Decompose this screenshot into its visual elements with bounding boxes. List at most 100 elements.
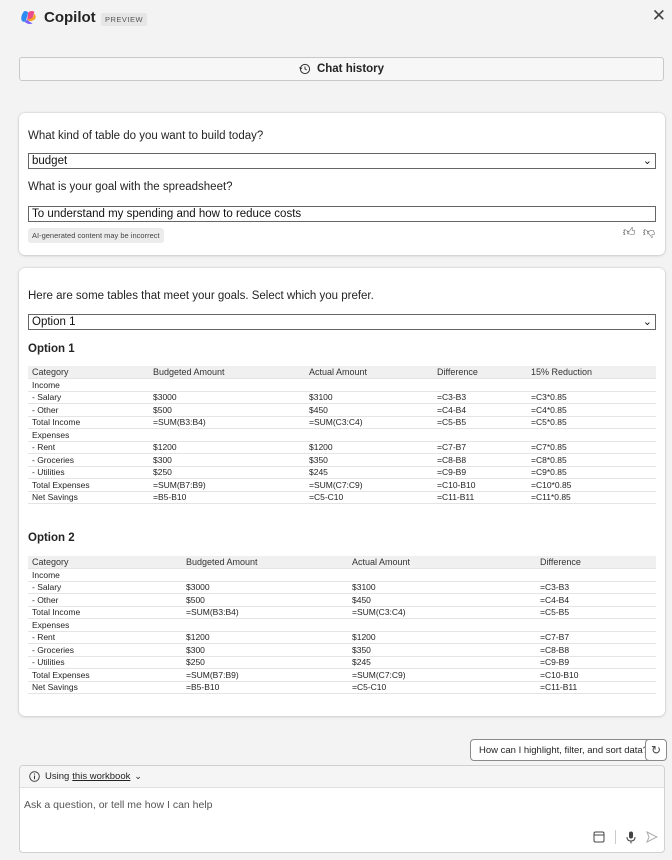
table-row: - Salary $3000 $3100 =C3-B3 =C3*0.85 xyxy=(28,391,656,404)
table-row: Expenses xyxy=(28,618,656,632)
table-cell: =B5-B10 xyxy=(182,681,348,694)
table-cell: =C3*0.85 xyxy=(527,391,656,404)
table-cell xyxy=(305,428,433,442)
table-header-row: Category Budgeted Amount Actual Amount D… xyxy=(28,556,656,569)
table-cell: =C7-B7 xyxy=(536,631,656,644)
table-type-select[interactable]: budget ⌄ xyxy=(28,153,656,169)
thumbs-up-icon[interactable]: 👍︎ xyxy=(623,225,636,239)
table-cell: - Rent xyxy=(28,441,149,454)
option1-title: Option 1 xyxy=(28,343,75,355)
table-cell: - Other xyxy=(28,403,149,417)
microphone-icon[interactable] xyxy=(626,831,636,844)
table-cell xyxy=(182,618,348,632)
header: Copilot PREVIEW ✕ xyxy=(0,0,672,38)
table-cell xyxy=(348,568,536,582)
table-cell: - Groceries xyxy=(28,453,149,467)
suggestion-button[interactable]: How can I highlight, filter, and sort da… xyxy=(470,739,657,761)
context-prefix: Using xyxy=(45,771,70,782)
send-icon[interactable] xyxy=(646,831,658,843)
table-cell: =C8-B8 xyxy=(433,453,527,467)
table-cell xyxy=(536,568,656,582)
table-cell: =C7-B7 xyxy=(433,441,527,454)
table-cell xyxy=(149,378,305,392)
table-row: Income xyxy=(28,378,656,392)
table-cell: =C10-B10 xyxy=(536,668,656,682)
table-cell: $350 xyxy=(305,453,433,467)
table-row: Total Income =SUM(B3:B4) =SUM(C3:C4) =C5-B5… xyxy=(28,416,656,429)
table-row: - Utilities $250 $245 =C9-B9 =C9*0.85 xyxy=(28,466,656,479)
table-cell: =SUM(B7:B9) xyxy=(149,478,305,492)
table-cell xyxy=(433,378,527,392)
table-row: Total Expenses =SUM(B7:B9) =SUM(C7:C9) =C10… xyxy=(28,668,656,682)
header-cell: Category xyxy=(28,366,149,379)
table-cell xyxy=(348,618,536,632)
workbook-link[interactable]: this workbook xyxy=(72,771,130,782)
composer[interactable]: Using this workbook ⌄ Ask a question, or… xyxy=(19,765,665,853)
table-cell: $450 xyxy=(348,593,536,607)
table-cell: =C8*0.85 xyxy=(527,453,656,467)
table-cell: $1200 xyxy=(182,631,348,644)
table-cell: =C5-B5 xyxy=(433,416,527,429)
table-cell: - Salary xyxy=(28,581,182,594)
table-cell: Expenses xyxy=(28,618,182,632)
table-cell: =C8-B8 xyxy=(536,643,656,657)
table-row: Total Income =SUM(B3:B4) =SUM(C3:C4) =C5-B5 xyxy=(28,606,656,619)
table-cell: $3100 xyxy=(305,391,433,404)
table-cell: Income xyxy=(28,568,182,582)
table-cell: =C9*0.85 xyxy=(527,466,656,479)
table-cell: - Groceries xyxy=(28,643,182,657)
table-cell: =SUM(C7:C9) xyxy=(348,668,536,682)
table-row: - Salary $3000 $3100 =C3-B3 xyxy=(28,581,656,594)
close-icon[interactable]: ✕ xyxy=(652,6,666,26)
table-row: - Other $500 $450 =C4-B4 =C4*0.85 xyxy=(28,403,656,417)
table-cell: =C5*0.85 xyxy=(527,416,656,429)
table-cell: $250 xyxy=(182,656,348,669)
suggestion-label: How can I highlight, filter, and sort da… xyxy=(479,744,648,756)
header-cell: Category xyxy=(28,556,182,569)
table-cell: - Other xyxy=(28,593,182,607)
history-icon xyxy=(299,63,311,75)
table-cell: $450 xyxy=(305,403,433,417)
table-cell: $1200 xyxy=(149,441,305,454)
chat-history-button[interactable]: Chat history xyxy=(19,57,664,81)
table-cell: Total Income xyxy=(28,416,149,429)
goal-input[interactable]: To understand my spending and how to red… xyxy=(28,206,656,222)
refresh-suggestions-button[interactable]: ↻ xyxy=(645,739,667,761)
table-options-card: Here are some tables that meet your goal… xyxy=(19,268,665,716)
chevron-down-icon[interactable]: ⌄ xyxy=(134,771,142,782)
header-cell: Difference xyxy=(433,366,527,379)
table-cell: $500 xyxy=(182,593,348,607)
table-row: Total Expenses =SUM(B7:B9) =SUM(C7:C9) =C10… xyxy=(28,478,656,492)
table-cell: =C4*0.85 xyxy=(527,403,656,417)
table-cell xyxy=(527,428,656,442)
table-cell: $500 xyxy=(149,403,305,417)
table-cell: =C3-B3 xyxy=(536,581,656,594)
thumbs-down-icon[interactable]: 👎︎ xyxy=(643,225,655,239)
table-cell: $350 xyxy=(348,643,536,657)
refresh-icon: ↻ xyxy=(650,743,662,757)
table-cell: - Utilities xyxy=(28,466,149,479)
table-row: Net Savings =B5-B10 =C5-C10 =C11-B11 xyxy=(28,681,656,694)
chevron-down-icon: ⌄ xyxy=(642,316,652,328)
table-cell: =B5-B10 xyxy=(149,491,305,504)
table-cell: $300 xyxy=(149,453,305,467)
table-row: Income xyxy=(28,568,656,582)
composer-actions xyxy=(593,830,658,844)
table-cell: $3100 xyxy=(348,581,536,594)
prompt-input[interactable]: Ask a question, or tell me how I can hel… xyxy=(24,799,213,811)
table-row: - Groceries $300 $350 =C8-B8 xyxy=(28,643,656,657)
option-select[interactable]: Option 1 ⌄ xyxy=(28,314,656,330)
table-cell xyxy=(305,378,433,392)
table-row: - Rent $1200 $1200 =C7-B7 =C7*0.85 xyxy=(28,441,656,454)
table-row: Expenses xyxy=(28,428,656,442)
context-bar[interactable]: Using this workbook ⌄ xyxy=(20,766,664,788)
table-cell: Expenses xyxy=(28,428,149,442)
prompt-guide-icon[interactable] xyxy=(593,831,605,843)
table-cell: =C10*0.85 xyxy=(527,478,656,492)
table-cell: =SUM(B3:B4) xyxy=(149,416,305,429)
table-cell: - Utilities xyxy=(28,656,182,669)
divider xyxy=(615,830,616,844)
table-row: Net Savings =B5-B10 =C5-C10 =C11-B11 =C11*0.… xyxy=(28,491,656,504)
table-cell: $3000 xyxy=(182,581,348,594)
table-cell: $245 xyxy=(348,656,536,669)
